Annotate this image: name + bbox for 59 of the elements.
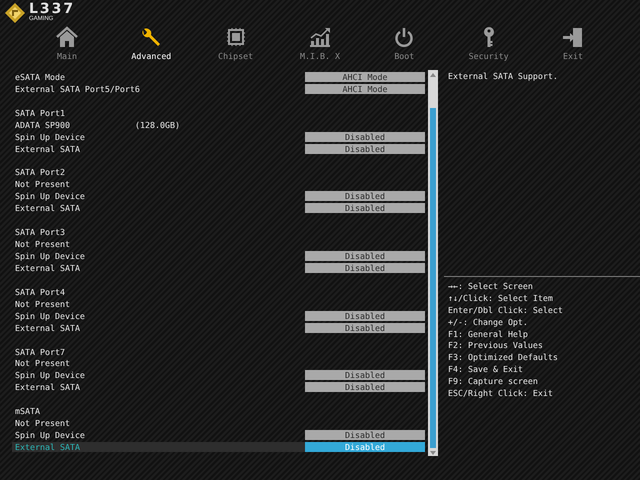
tab[interactable]: M.I.B. X [278,26,362,61]
info-text: Not Present [14,239,71,250]
tab[interactable]: Boot [362,26,446,61]
setting-label[interactable]: Spin Up Device [12,310,305,321]
option-value[interactable]: AHCI Mode [305,84,425,94]
info-text: SATA Port1 [14,108,66,118]
setting-label[interactable]: External SATA [12,382,305,392]
option-value[interactable]: Disabled [305,310,425,321]
tab[interactable]: Main [25,26,109,61]
key-hint: F1: General Help [448,328,529,340]
setting-label[interactable]: Spin Up Device [12,370,305,380]
tab[interactable]: Security [446,26,531,61]
option-value[interactable]: Disabled [305,144,425,154]
tab[interactable]: Chipset [194,26,278,61]
key-hint: →←: Select Screen [448,280,534,293]
setting-label[interactable]: External SATA [12,262,305,273]
setting-label[interactable]: External SATA [12,322,305,333]
help-text: External SATA Support. [448,71,559,83]
option-value[interactable]: AHCI Mode [305,72,425,82]
key-hint: +/-: Change Opt. [448,316,529,329]
tab[interactable]: Advanced [109,26,194,61]
option-value[interactable]: Disabled [305,203,425,214]
key-hint: F9: Capture screen [448,376,539,388]
option-value[interactable]: Disabled [305,430,425,440]
option-value[interactable]: Disabled [305,191,425,202]
option-value[interactable]: Disabled [305,262,425,273]
option-value[interactable]: Disabled [305,322,425,333]
setting-label[interactable]: External SATA [12,203,305,214]
key-hint: F2: Previous Values [448,340,544,352]
setting-label[interactable]: Spin Up Device [12,132,305,142]
option-value[interactable]: Disabled [305,382,425,392]
option-value[interactable]: Disabled [305,251,425,262]
info-detail: (128.0GB) [135,120,180,130]
option-value[interactable]: Disabled [305,132,425,142]
tab[interactable]: Exit [530,26,615,61]
setting-label[interactable]: Spin Up Device [12,251,305,262]
info-text: Not Present [14,358,71,368]
setting-label[interactable]: Spin Up Device [12,430,305,440]
info-text: mSATA [14,406,41,416]
info-text: Not Present [14,298,71,309]
setting-label[interactable]: External SATA [12,442,305,452]
info-text: SATA Port2 [14,167,66,178]
key-hint: ↑↓/Click: Select Item [448,292,554,305]
info-text: SATA Port4 [14,286,66,297]
info-text: SATA Port7 [14,346,66,357]
logo-text: L337 [29,3,76,16]
key-hint: F3: Optimized Defaults [448,352,559,364]
setting-label[interactable]: External SATA Port5/Port6 [12,84,305,94]
info-text: Not Present [14,418,71,428]
setting-label[interactable]: Spin Up Device [12,191,305,202]
option-value[interactable]: Disabled [305,370,425,380]
info-text: ADATA SP900 [14,120,71,130]
setting-label[interactable]: eSATA Mode [12,72,305,82]
setting-label[interactable]: External SATA [12,144,305,154]
key-hint: F4: Save & Exit [448,364,524,376]
info-text: SATA Port3 [14,227,66,238]
key-hint: ESC/Right Click: Exit [448,388,554,400]
info-text: Not Present [14,179,71,190]
key-hint: Enter/Dbl Click: Select [448,304,564,317]
